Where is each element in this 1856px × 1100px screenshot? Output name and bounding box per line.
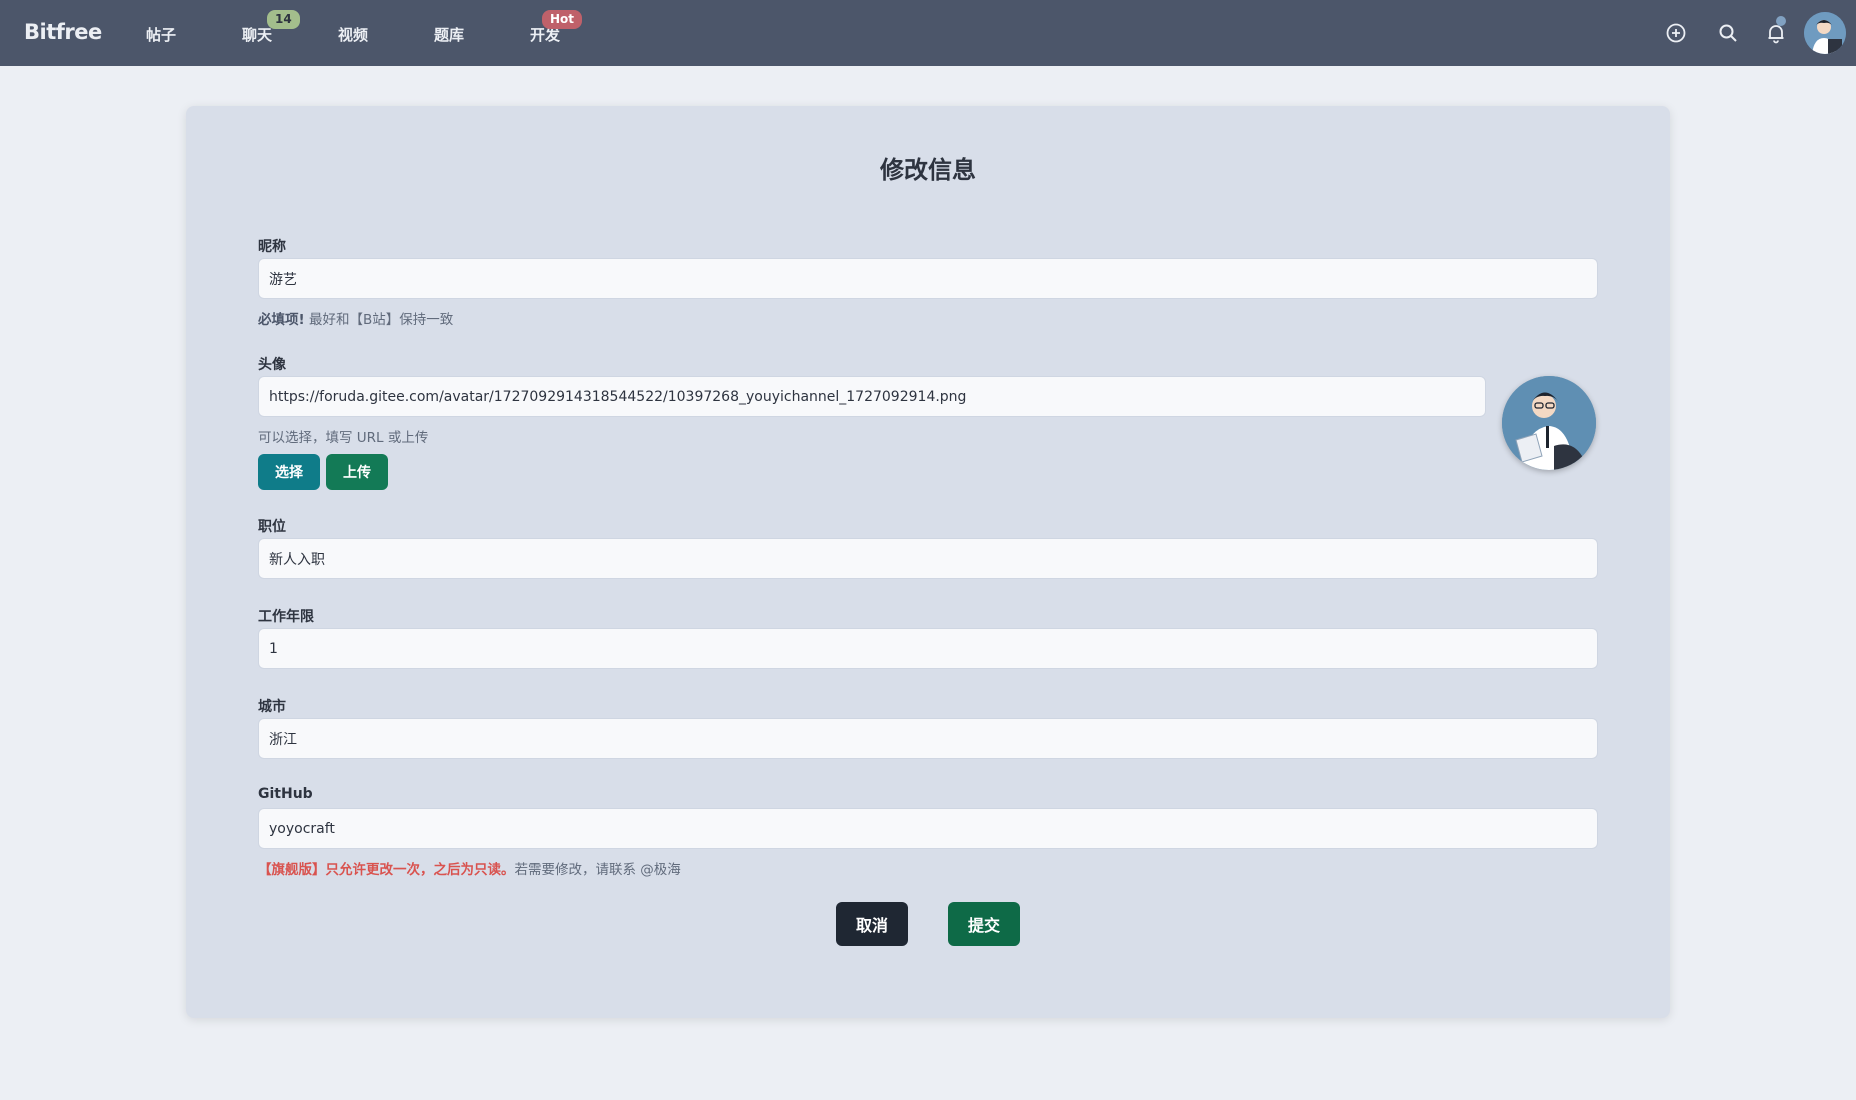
nickname-label: 昵称 (258, 239, 286, 255)
nav-item-chat[interactable]: 聊天 14 (242, 10, 300, 45)
search-icon[interactable] (1716, 21, 1740, 45)
plus-circle-icon[interactable] (1664, 21, 1688, 45)
page-title: 修改信息 (880, 156, 976, 184)
nav-item-develop[interactable]: 开发 Hot (530, 10, 583, 45)
city-label: 城市 (258, 699, 286, 715)
github-input[interactable] (258, 808, 1598, 849)
hot-badge: Hot (542, 10, 583, 29)
user-avatar[interactable] (1804, 12, 1846, 54)
nav-item-posts[interactable]: 帖子 (146, 24, 176, 45)
city-input[interactable] (258, 718, 1598, 759)
avatar-preview (1502, 376, 1596, 470)
avatar-hint: 可以选择，填写 URL 或上传 (258, 430, 429, 446)
github-label: GitHub (258, 786, 313, 802)
chat-count-badge: 14 (267, 10, 300, 29)
select-avatar-button[interactable]: 选择 (258, 454, 320, 490)
upload-avatar-button[interactable]: 上传 (326, 454, 388, 490)
nickname-input[interactable] (258, 258, 1598, 299)
avatar-label: 头像 (258, 357, 286, 373)
brand-logo[interactable]: Bitfree (24, 20, 102, 44)
top-navbar: Bitfree 帖子 聊天 14 视频 题库 开发 Hot (0, 0, 1856, 66)
nickname-hint: 必填项! 最好和【B站】保持一致 (258, 312, 454, 328)
cancel-button[interactable]: 取消 (836, 902, 909, 946)
nav-item-question-bank[interactable]: 题库 (434, 24, 464, 45)
years-input[interactable] (258, 628, 1598, 669)
edit-profile-card: 修改信息 昵称 必填项! 最好和【B站】保持一致 头像 可以选择，填写 URL … (186, 106, 1670, 1018)
position-label: 职位 (258, 519, 286, 535)
notification-dot (1776, 16, 1786, 26)
nav-item-video[interactable]: 视频 (338, 24, 368, 45)
submit-button[interactable]: 提交 (948, 902, 1021, 946)
years-label: 工作年限 (258, 609, 314, 625)
avatar-url-input[interactable] (258, 376, 1486, 417)
position-input[interactable] (258, 538, 1598, 579)
github-hint: 【旗舰版】只允许更改一次，之后为只读。若需要修改，请联系 @极海 (258, 862, 681, 878)
